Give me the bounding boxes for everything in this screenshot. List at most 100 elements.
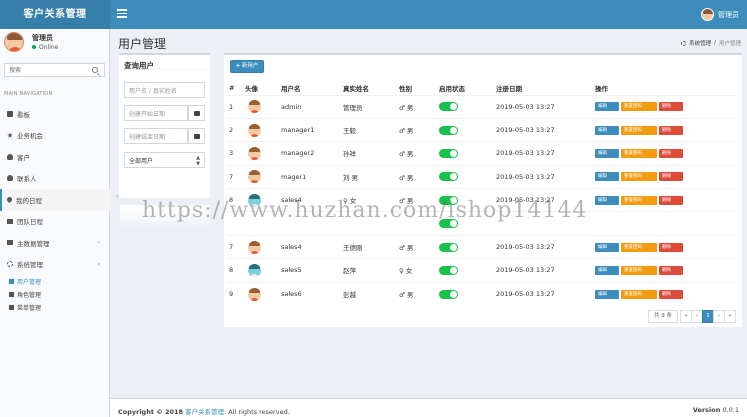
page-last-button[interactable]: » <box>724 310 736 323</box>
cell-username: sales4 <box>281 234 343 259</box>
end-date-input[interactable]: 创建结束日期 <box>124 128 188 144</box>
footer-rights: . All rights reserved. <box>224 408 290 416</box>
sidebar-subitem-user-mgmt[interactable]: 用户管理 <box>0 275 110 288</box>
chevron-left-icon[interactable]: ‹ <box>116 193 118 200</box>
sidebar-item-master-data[interactable]: 主数据管理 ‹ <box>0 232 110 254</box>
cell-avatar <box>245 141 281 166</box>
users-icon <box>7 175 13 182</box>
cell-no: 3 <box>227 141 245 166</box>
cell-status <box>439 117 496 142</box>
cell-avatar <box>245 258 281 283</box>
chevron-left-icon: ‹ <box>97 260 100 268</box>
reset-password-button[interactable]: 重置密码 <box>621 148 657 158</box>
edit-button[interactable]: 编辑 <box>595 265 619 275</box>
content-area: 用户管理 系统管理 / 用户管理 查询用户 用户名 / 真实姓名 创建开始日期 … <box>110 29 747 417</box>
col-header-avatar: 头像 <box>245 84 258 93</box>
table-row: 7 sales4 王德刚 ♂ 男 2019-05-03 13:27 编辑 重置密码 删除 <box>227 234 737 259</box>
reset-password-button[interactable]: 重置密码 <box>621 289 657 299</box>
cell-realname: 赵萍 <box>343 258 399 283</box>
edit-button[interactable]: 编辑 <box>595 195 619 205</box>
cell-realname: 王德刚 <box>343 234 399 259</box>
sidebar-item-opportunity[interactable]: 业务机会 <box>0 125 110 147</box>
cell-date: 2019-05-03 13:27 <box>496 234 595 259</box>
name-search-input[interactable]: 用户名 / 真实姓名 <box>124 82 205 98</box>
sidebar-item-team-schedule[interactable]: 团队日程 <box>0 211 110 233</box>
edit-button[interactable]: 编辑 <box>595 102 619 112</box>
cell-ops: 编辑 重置密码 删除 <box>595 164 737 189</box>
sidebar-item-my-schedule[interactable]: 我的日程 <box>0 189 110 211</box>
edit-button[interactable]: 编辑 <box>595 148 619 158</box>
cell-no: 2 <box>227 117 245 142</box>
delete-button[interactable]: 删除 <box>659 242 683 252</box>
table-row: 1 admin 管理员 ♂ 男 2019-05-03 13:27 编辑 重置密码 删除 <box>227 94 737 119</box>
breadcrumb: 系统管理 / 用户管理 <box>681 39 741 47</box>
edit-button[interactable]: 编辑 <box>595 242 619 252</box>
col-header-status: 启用状态 <box>439 84 465 93</box>
cell-realname: 孙祥 <box>343 141 399 166</box>
edit-button[interactable]: 编辑 <box>595 125 619 135</box>
calendar-icon[interactable] <box>188 105 205 121</box>
edit-button[interactable]: 编辑 <box>595 289 619 299</box>
footer: Copyright © 2018 客户关系管理. All rights rese… <box>110 398 747 417</box>
status-toggle[interactable] <box>439 148 458 158</box>
cell-realname: 刘 男 <box>343 164 399 189</box>
reset-password-button[interactable]: 重置密码 <box>621 195 657 205</box>
user-table: # 头像 用户名 真实姓名 性别 启用状态 注册日期 操作 1 admin 管理员 ♂… <box>227 81 737 306</box>
delete-button[interactable]: 删除 <box>659 148 683 158</box>
edit-button[interactable]: 编辑 <box>595 172 619 182</box>
cell-no: 7 <box>227 164 245 189</box>
sidebar-item-contacts[interactable]: 联系人 <box>0 168 110 190</box>
cell-date: 2019-05-03 13:27 <box>496 281 595 306</box>
gear-icon <box>681 40 687 46</box>
status-toggle[interactable] <box>439 265 458 275</box>
sidebar-item-system[interactable]: 系统管理 ‹ <box>0 254 110 276</box>
breadcrumb-root[interactable]: 系统管理 <box>689 39 711 47</box>
sidebar-subitem-menu-mgmt[interactable]: 菜单管理 <box>0 301 110 314</box>
pagination-total: 共 9 条 <box>648 310 678 323</box>
reset-password-button[interactable]: 重置密码 <box>621 172 657 182</box>
cell-status <box>439 258 496 283</box>
sidebar-subitem-role-mgmt[interactable]: 角色管理 <box>0 288 110 301</box>
reset-password-button[interactable]: 重置密码 <box>621 102 657 112</box>
cell-gender: ♂ 男 <box>399 117 439 142</box>
sidebar-item-dashboard[interactable]: 看板 <box>0 103 110 125</box>
status-toggle[interactable] <box>439 289 458 299</box>
delete-button[interactable]: 删除 <box>659 102 683 112</box>
delete-button[interactable]: 删除 <box>659 289 683 299</box>
chevron-updown-icon: ▲ ▼ <box>196 155 200 167</box>
footer-brand-link[interactable]: 客户关系管理 <box>185 408 224 416</box>
status-toggle[interactable] <box>439 242 458 252</box>
cell-realname: 彭越 <box>343 281 399 306</box>
delete-button[interactable]: 删除 <box>659 172 683 182</box>
search-icon[interactable] <box>92 67 98 73</box>
app-logo[interactable]: 客户关系管理 <box>0 0 110 29</box>
cell-ops: 编辑 重置密码 删除 <box>595 141 737 166</box>
col-header-realname: 真实姓名 <box>343 84 369 93</box>
user-filter-select[interactable]: 全部用户 ▲ ▼ <box>124 152 205 168</box>
user-icon <box>9 279 14 284</box>
sidebar-item-customer[interactable]: 客户 <box>0 146 110 168</box>
reset-password-button[interactable]: 重置密码 <box>621 265 657 275</box>
cell-gender: ♀ 女 <box>399 258 439 283</box>
sidebar-user-panel: 管理员 Online <box>0 29 110 59</box>
col-header-ops: 操作 <box>595 84 608 93</box>
add-user-button[interactable]: + 新用户 <box>230 60 264 73</box>
reset-password-button[interactable]: 重置密码 <box>621 242 657 252</box>
status-toggle[interactable] <box>439 172 458 182</box>
menu-toggle-icon[interactable] <box>117 9 127 19</box>
table-header-row: # 头像 用户名 真实姓名 性别 启用状态 注册日期 操作 <box>227 81 737 95</box>
calendar-icon[interactable] <box>188 128 205 144</box>
pagination: 共 9 条 « ‹ 1 › » <box>648 310 736 323</box>
delete-button[interactable]: 删除 <box>659 125 683 135</box>
status-toggle[interactable] <box>439 102 458 112</box>
delete-button[interactable]: 删除 <box>659 195 683 205</box>
reset-password-button[interactable]: 重置密码 <box>621 125 657 135</box>
start-date-input[interactable]: 创建开始日期 <box>124 105 188 121</box>
cell-no: 7 <box>227 234 245 259</box>
header-user-menu[interactable]: 管理员 <box>701 6 739 23</box>
delete-button[interactable]: 删除 <box>659 265 683 275</box>
col-header-username: 用户名 <box>281 84 301 93</box>
cell-ops: 编辑 重置密码 删除 <box>595 281 737 306</box>
search-input[interactable] <box>5 64 87 76</box>
status-toggle[interactable] <box>439 125 458 135</box>
